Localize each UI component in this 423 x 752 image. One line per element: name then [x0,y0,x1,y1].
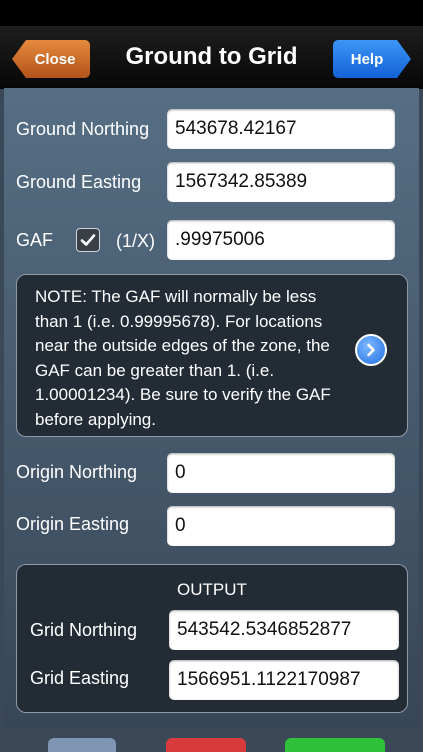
gaf-note-text: NOTE: The GAF will normally be less than… [35,287,331,429]
status-bar [0,0,423,26]
ground-northing-input[interactable]: 543678.42167 [167,109,395,149]
ground-northing-label: Ground Northing [16,119,150,139]
gaf-reciprocal-checkbox[interactable] [76,228,100,252]
help-button[interactable]: Help [333,40,411,78]
gaf-input[interactable]: .99975006 [167,220,395,260]
origin-easting-value: 0 [175,515,186,536]
origin-northing-label: Origin Northing [16,462,138,482]
ground-easting-input[interactable]: 1567342.85389 [167,162,395,202]
grid-northing-field[interactable]: 543542.5346852877 [169,610,399,650]
ground-easting-value: 1567342.85389 [175,171,308,192]
gaf-value: .99975006 [175,229,265,250]
grid-easting-label: Grid Easting [30,668,130,688]
navigation-bar: Close Ground to Grid Help [0,26,423,89]
origin-easting-input[interactable]: 0 [167,506,395,546]
output-box: OUTPUT Grid Northing 543542.5346852877 G… [16,564,408,713]
origin-northing-value: 0 [175,462,186,483]
grid-northing-label: Grid Northing [30,620,138,640]
output-title: OUTPUT [177,580,247,599]
page-title: Ground to Grid [125,43,298,70]
check-icon [80,234,96,246]
grid-northing-value: 543542.5346852877 [177,619,352,640]
gaf-note-box: NOTE: The GAF will normally be less than… [16,274,408,437]
gaf-label: GAF [16,230,54,250]
origin-easting-label: Origin Easting [16,514,130,534]
ground-northing-value: 543678.42167 [175,118,297,139]
reciprocal-label: (1/X) [116,231,156,251]
origin-northing-input[interactable]: 0 [167,453,395,493]
chevron-right-circle-icon [367,343,375,357]
help-button-label: Help [350,50,384,68]
ground-easting-label: Ground Easting [16,172,142,192]
close-button[interactable]: Close [12,40,90,78]
close-button-label: Close [34,50,76,68]
grid-easting-value: 1566951.1122170987 [177,669,361,690]
grid-easting-field[interactable]: 1566951.1122170987 [169,660,399,700]
note-info-button[interactable] [355,334,387,366]
